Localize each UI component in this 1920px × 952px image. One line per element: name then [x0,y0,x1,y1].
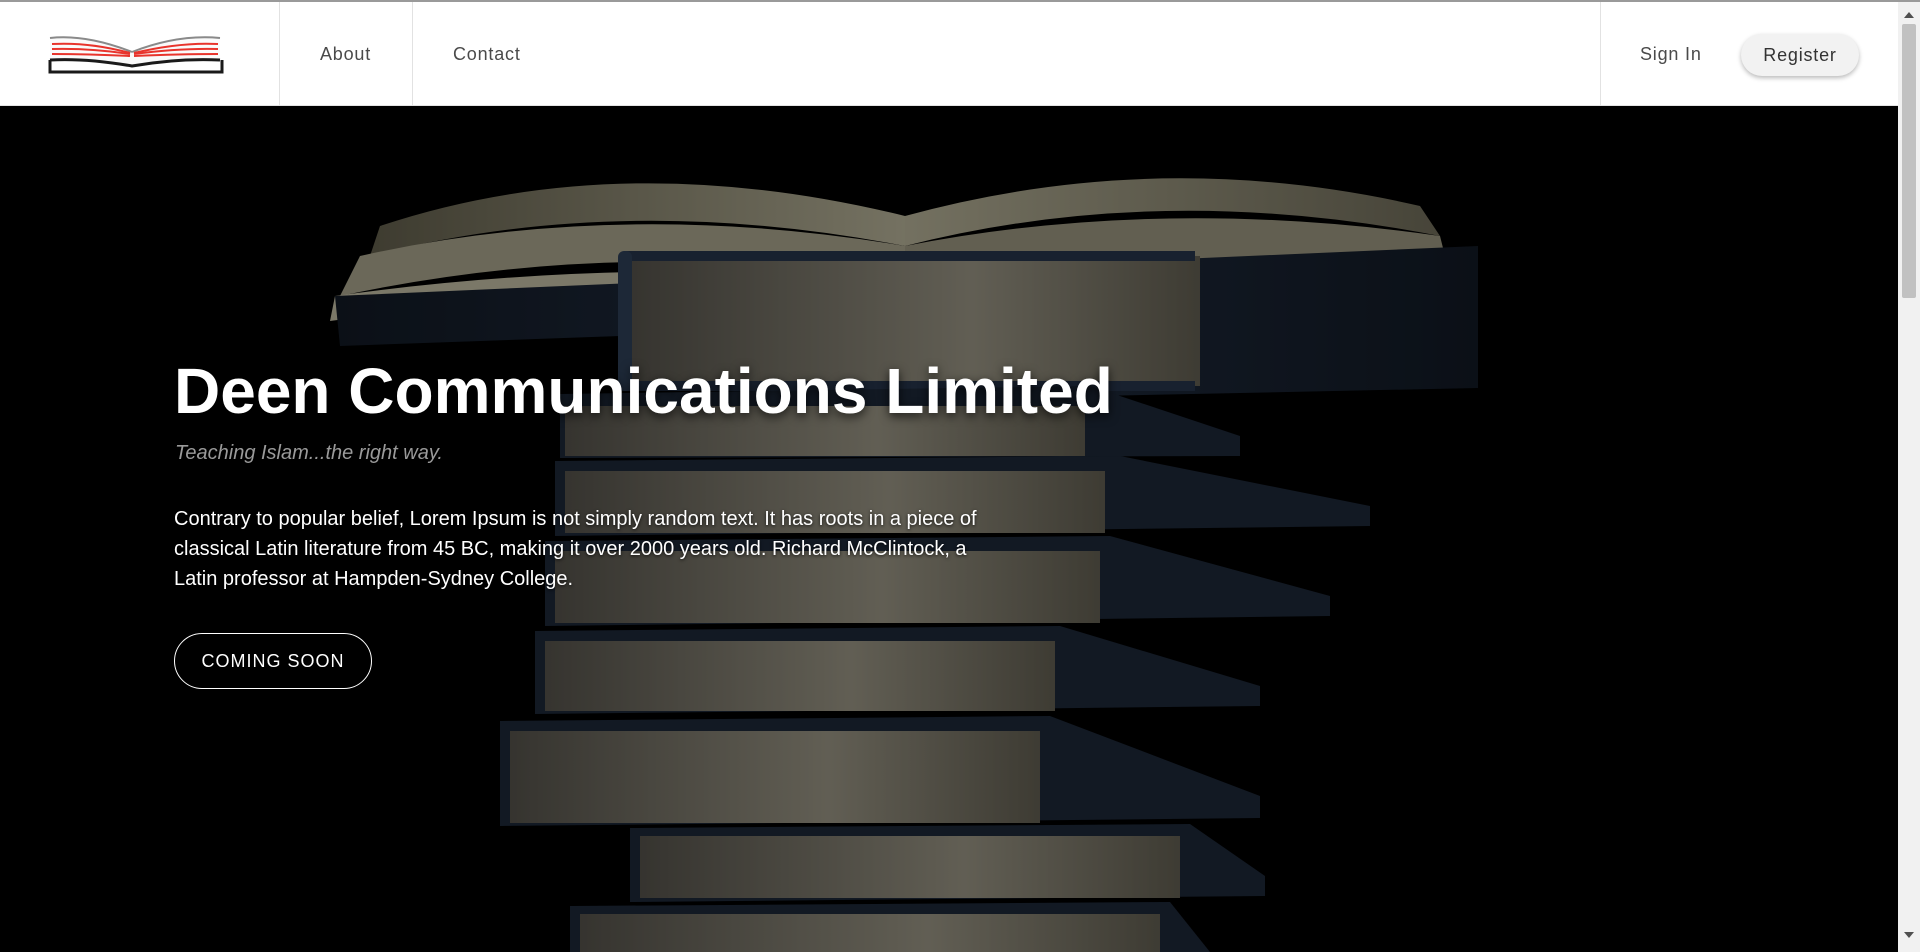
register-button[interactable]: Register [1741,34,1859,76]
arrow-down-icon[interactable] [1904,932,1914,938]
nav-link-contact[interactable]: Contact [453,44,521,65]
hero-title: Deen Communications Limited [174,355,1113,427]
navbar: About Contact Sign In Register [0,2,1898,106]
hero-section: Deen Communications Limited Teaching Isl… [0,106,1898,952]
nav-link-about[interactable]: About [320,44,371,65]
vertical-scrollbar[interactable] [1898,2,1920,952]
nav-divider [412,2,413,106]
arrow-up-icon[interactable] [1904,12,1914,18]
nav-divider [279,2,280,106]
hero-tagline: Teaching Islam...the right way. [175,442,443,464]
sign-in-link[interactable]: Sign In [1640,44,1702,65]
hero-description: Contrary to popular belief, Lorem Ipsum … [174,508,977,590]
open-book-logo-icon [48,36,224,74]
site-logo[interactable] [44,30,226,80]
nav-divider [1600,2,1601,106]
coming-soon-button[interactable]: COMING SOON [174,633,372,689]
scrollbar-thumb[interactable] [1902,24,1916,298]
